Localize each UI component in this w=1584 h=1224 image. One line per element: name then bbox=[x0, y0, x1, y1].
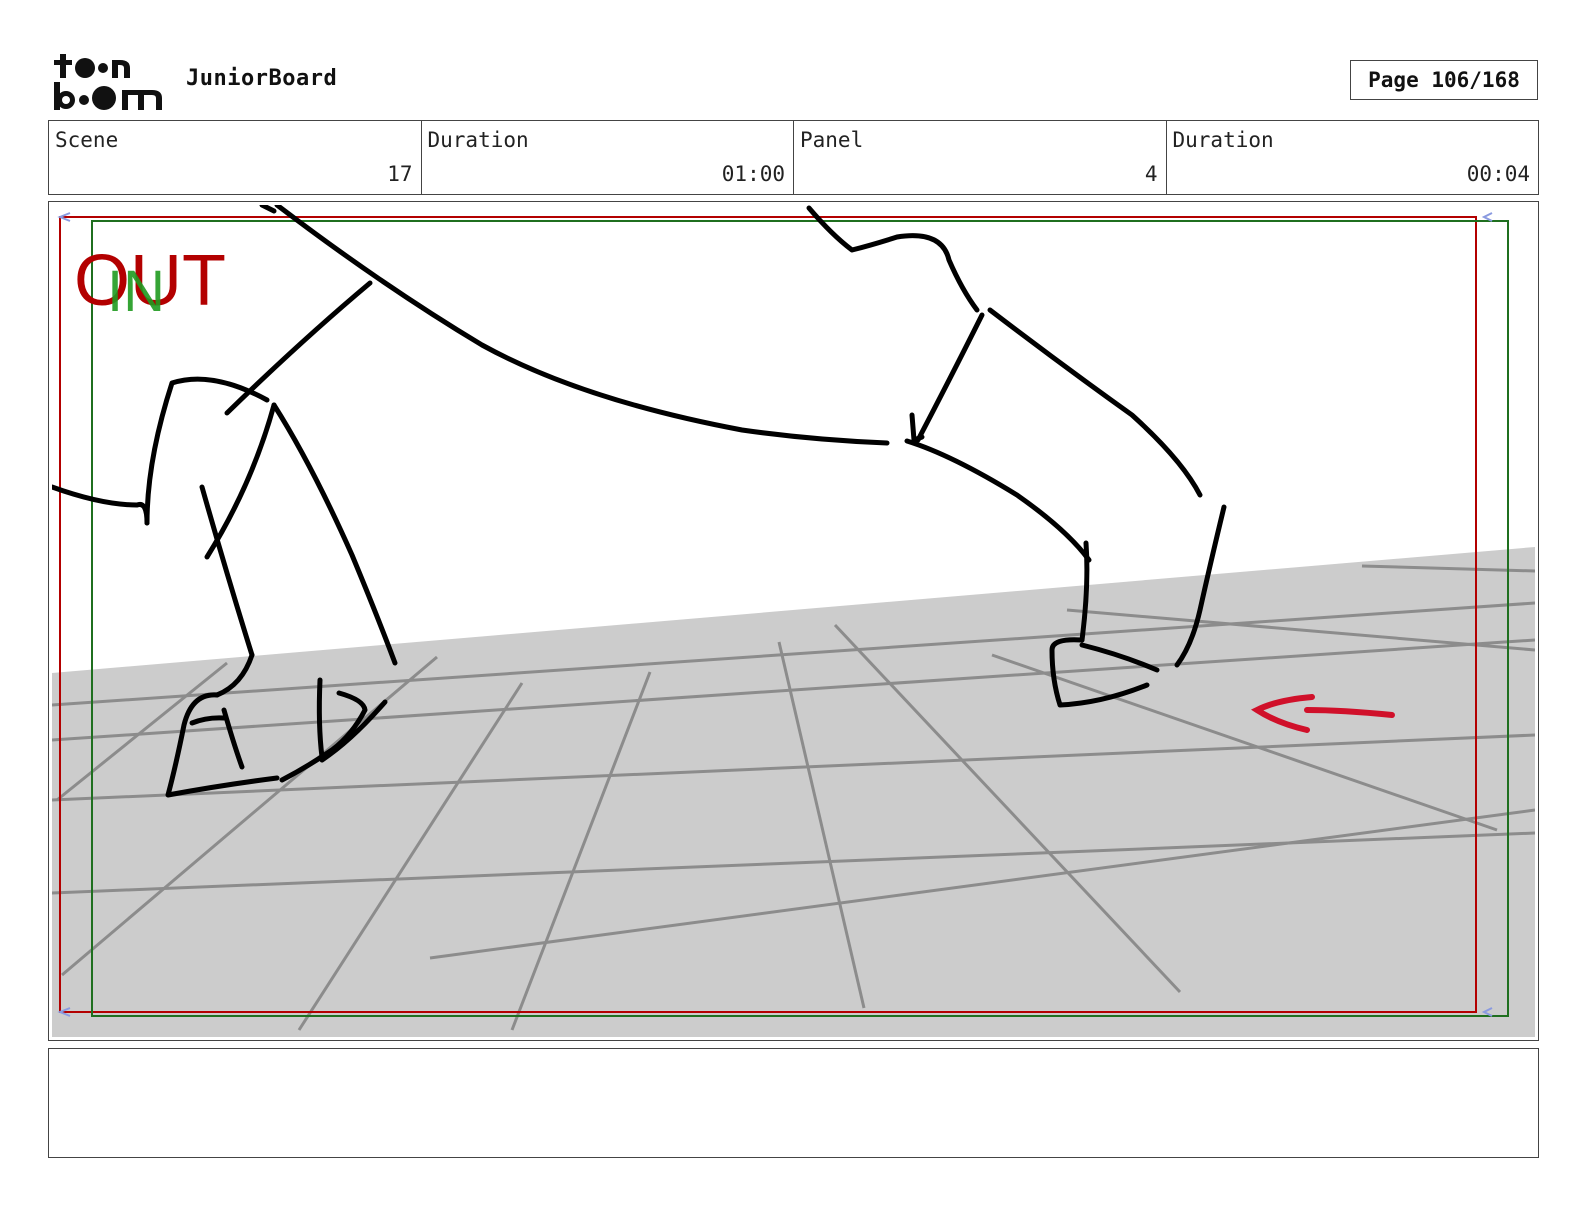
floor-plane bbox=[52, 547, 1535, 1037]
panel-cell: Panel 4 bbox=[794, 121, 1167, 194]
panel-duration-label: Duration bbox=[1172, 128, 1274, 152]
scene-label: Scene bbox=[55, 128, 119, 152]
scene-duration-value: 01:00 bbox=[721, 162, 785, 186]
panel-label: Panel bbox=[800, 128, 864, 152]
scene-duration-label: Duration bbox=[427, 128, 529, 152]
scene-value: 17 bbox=[387, 162, 413, 186]
storyboard-panel[interactable]: OUT IN bbox=[48, 201, 1539, 1041]
panel-info-row: Scene 17 Duration 01:00 Panel 4 Duration… bbox=[48, 120, 1539, 195]
panel-notes[interactable] bbox=[48, 1048, 1539, 1158]
app-title: JuniorBoard bbox=[186, 66, 338, 91]
panel-drawing: OUT IN bbox=[52, 205, 1535, 1037]
scene-cell: Scene 17 bbox=[49, 121, 422, 194]
panel-value: 4 bbox=[1144, 162, 1158, 186]
toon-boom-logo bbox=[54, 54, 162, 110]
scene-duration-cell: Duration 01:00 bbox=[422, 121, 794, 194]
panel-duration-value: 00:04 bbox=[1466, 162, 1530, 186]
in-label: IN bbox=[107, 259, 165, 324]
page-indicator: Page 106/168 bbox=[1350, 60, 1538, 100]
panel-duration-cell: Duration 00:04 bbox=[1167, 121, 1539, 194]
